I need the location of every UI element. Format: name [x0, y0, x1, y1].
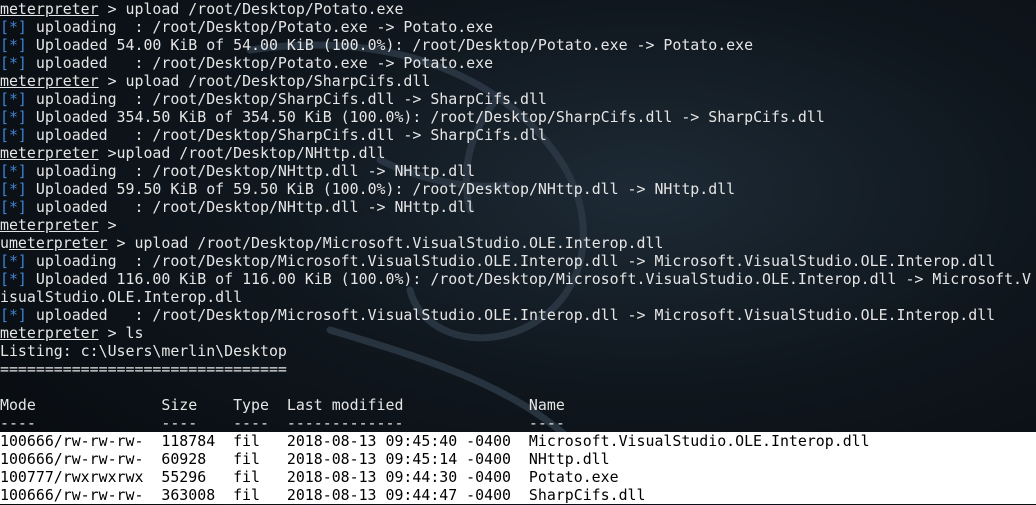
- status-tag: [*]: [0, 90, 27, 108]
- line-text: > upload /root/Desktop/Potato.exe: [98, 0, 404, 18]
- meterpreter-prompt: meterpreter: [0, 72, 99, 90]
- meterpreter-prompt: meterpreter: [8, 234, 108, 252]
- terminal-line: [*] uploading : /root/Desktop/NHttp.dll …: [0, 162, 1036, 180]
- meterpreter-prompt: meterpreter: [0, 216, 99, 234]
- terminal-line: [*] uploaded : /root/Desktop/NHttp.dll -…: [0, 198, 1036, 216]
- line-text: uploading : /root/Desktop/SharpCifs.dll …: [26, 90, 547, 108]
- line-text: Listing: c:\Users\merlin\Desktop: [0, 342, 287, 360]
- status-tag: [*]: [0, 270, 27, 288]
- status-tag: [*]: [0, 126, 27, 144]
- terminal-line: [*] uploading : /root/Desktop/SharpCifs.…: [0, 90, 1036, 108]
- line-text: Uploaded 59.50 KiB of 59.50 KiB (100.0%)…: [26, 180, 736, 198]
- status-tag: [*]: [0, 180, 27, 198]
- meterpreter-prompt: meterpreter: [0, 0, 99, 18]
- line-text: 100777/rwxrwxrwx 55296 fil 2018-08-13 09…: [0, 468, 619, 486]
- line-text: 100666/rw-rw-rw- 118784 fil 2018-08-13 0…: [0, 432, 870, 450]
- line-text: Uploaded 116.00 KiB of 116.00 KiB (100.0…: [26, 270, 1031, 288]
- terminal-line: ================================: [0, 360, 1036, 378]
- listing-row: 100666/rw-rw-rw- 118784 fil 2018-08-13 0…: [0, 432, 1036, 450]
- line-text: uploading : /root/Desktop/NHttp.dll -> N…: [26, 162, 476, 180]
- line-text: uploaded : /root/Desktop/SharpCifs.dll -…: [26, 126, 547, 144]
- line-text: Uploaded 54.00 KiB of 54.00 KiB (100.0%)…: [26, 36, 754, 54]
- listing-row: 100666/rw-rw-rw- 60928 fil 2018-08-13 09…: [0, 450, 1036, 468]
- stray-char: u: [0, 234, 9, 252]
- status-tag: [*]: [0, 108, 27, 126]
- terminal-line: meterpreter > upload /root/Desktop/Sharp…: [0, 72, 1036, 90]
- line-text: Uploaded 354.50 KiB of 354.50 KiB (100.0…: [26, 108, 825, 126]
- status-tag: [*]: [0, 198, 27, 216]
- status-tag: [*]: [0, 18, 27, 36]
- terminal-line: isualStudio.OLE.Interop.dll: [0, 288, 1036, 306]
- status-tag: [*]: [0, 162, 27, 180]
- line-text: isualStudio.OLE.Interop.dll: [0, 288, 243, 306]
- line-text: 100666/rw-rw-rw- 60928 fil 2018-08-13 09…: [0, 450, 610, 468]
- terminal-line: meterpreter > ls: [0, 324, 1036, 342]
- line-text: > upload /root/Desktop/SharpCifs.dll: [98, 72, 431, 90]
- line-text: > upload /root/Desktop/Microsoft.VisualS…: [107, 234, 664, 252]
- status-tag: [*]: [0, 252, 27, 270]
- terminal-line: [*] Uploaded 59.50 KiB of 59.50 KiB (100…: [0, 180, 1036, 198]
- terminal-line: [*] uploading : /root/Desktop/Potato.exe…: [0, 18, 1036, 36]
- line-text: 100666/rw-rw-rw- 363008 fil 2018-08-13 0…: [0, 486, 646, 504]
- terminal-output[interactable]: meterpreter > upload /root/Desktop/Potat…: [0, 0, 1036, 505]
- terminal-line: meterpreter > upload /root/Desktop/Potat…: [0, 0, 1036, 18]
- listing-row: 100777/rwxrwxrwx 55296 fil 2018-08-13 09…: [0, 468, 1036, 486]
- line-text: uploading : /root/Desktop/Potato.exe -> …: [26, 18, 494, 36]
- terminal-line: [*] Uploaded 116.00 KiB of 116.00 KiB (1…: [0, 270, 1036, 288]
- terminal-line: [*] uploading : /root/Desktop/Microsoft.…: [0, 252, 1036, 270]
- terminal-line: meterpreter >: [0, 216, 1036, 234]
- terminal-line: [*] uploaded : /root/Desktop/Microsoft.V…: [0, 306, 1036, 324]
- line-text: uploaded : /root/Desktop/Potato.exe -> P…: [26, 54, 494, 72]
- line-text: >upload /root/Desktop/NHttp.dll: [98, 144, 386, 162]
- terminal-line: ---- ---- ---- ------------- ----: [0, 414, 1036, 432]
- listing-row: 100666/rw-rw-rw- 363008 fil 2018-08-13 0…: [0, 486, 1036, 504]
- terminal-line: [*] uploaded : /root/Desktop/Potato.exe …: [0, 54, 1036, 72]
- line-text: ---- ---- ---- ------------- ----: [0, 414, 565, 432]
- terminal-line: umeterpreter > upload /root/Desktop/Micr…: [0, 234, 1036, 252]
- terminal-line: [*] Uploaded 54.00 KiB of 54.00 KiB (100…: [0, 36, 1036, 54]
- terminal-line: [*] Uploaded 354.50 KiB of 354.50 KiB (1…: [0, 108, 1036, 126]
- meterpreter-prompt: meterpreter: [0, 144, 99, 162]
- status-tag: [*]: [0, 306, 27, 324]
- line-text: uploaded : /root/Desktop/Microsoft.Visua…: [26, 306, 996, 324]
- status-tag: [*]: [0, 54, 27, 72]
- line-text: uploaded : /root/Desktop/NHttp.dll -> NH…: [26, 198, 476, 216]
- line-text: Mode Size Type Last modified Name: [0, 396, 565, 414]
- line-text: uploading : /root/Desktop/Microsoft.Visu…: [26, 252, 996, 270]
- terminal-line: [*] uploaded : /root/Desktop/SharpCifs.d…: [0, 126, 1036, 144]
- terminal-line: meterpreter >upload /root/Desktop/NHttp.…: [0, 144, 1036, 162]
- status-tag: [*]: [0, 36, 27, 54]
- terminal-line: Listing: c:\Users\merlin\Desktop: [0, 342, 1036, 360]
- line-text: ================================: [0, 360, 287, 378]
- terminal-line: Mode Size Type Last modified Name: [0, 396, 1036, 414]
- line-text: > ls: [98, 324, 144, 342]
- meterpreter-prompt: meterpreter: [0, 324, 99, 342]
- line-text: >: [98, 216, 117, 234]
